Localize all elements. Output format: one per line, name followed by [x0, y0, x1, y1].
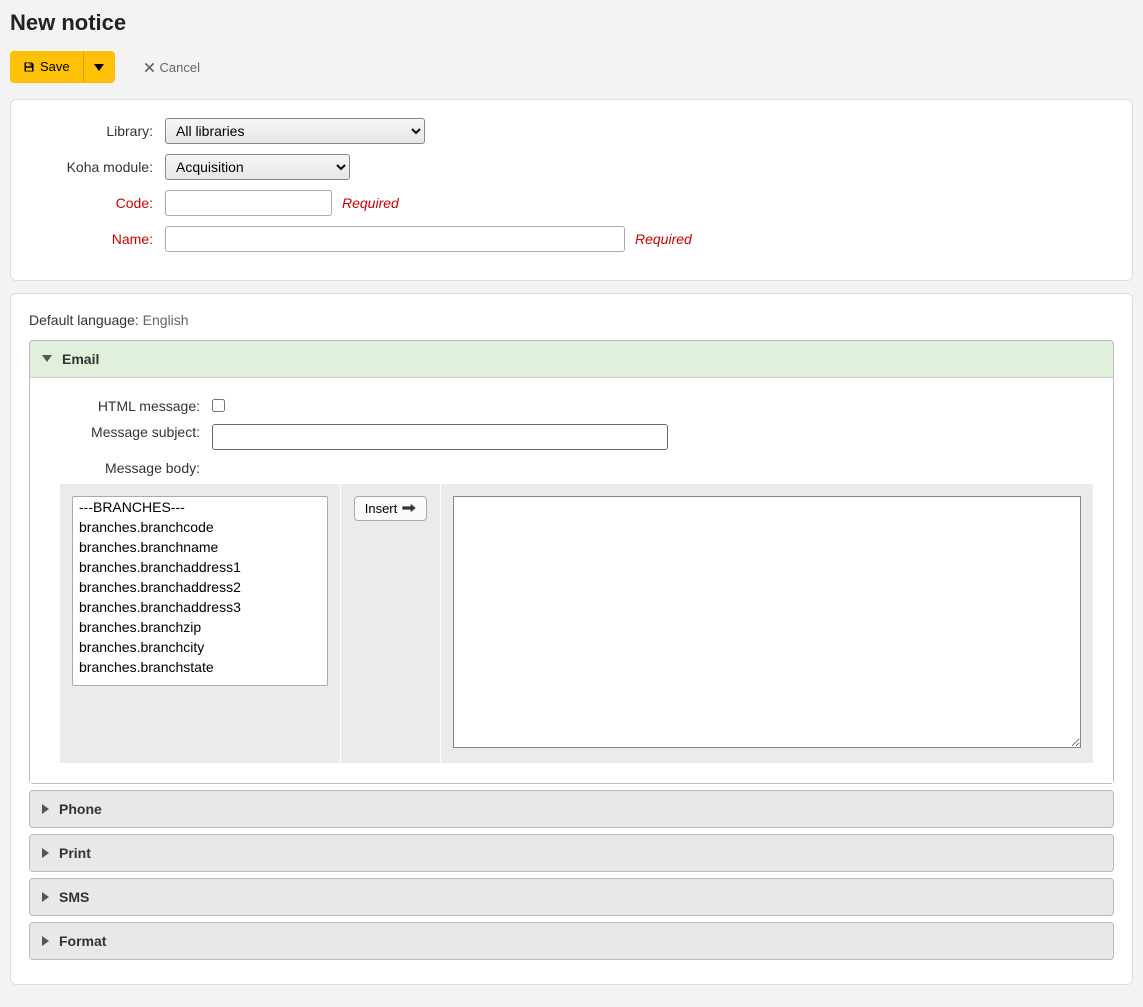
body-label: Message body: — [50, 460, 200, 476]
default-language-value: English — [143, 312, 189, 328]
field-option[interactable]: branches.branchstate — [73, 657, 327, 677]
caret-down-icon — [42, 355, 52, 362]
body-row: Message body: ---BRANCHES---branches.bra… — [50, 460, 1093, 763]
accordion-header-format[interactable]: Format — [30, 923, 1113, 959]
caret-down-icon — [94, 64, 104, 71]
insert-column: Insert — [340, 484, 440, 763]
body-textarea[interactable] — [453, 496, 1081, 748]
cancel-button[interactable]: Cancel — [131, 52, 213, 84]
name-required-text: Required — [635, 231, 692, 247]
library-select[interactable]: All libraries — [165, 118, 425, 144]
accordion-email: Email HTML message: Message subject: Mes… — [29, 340, 1114, 784]
body-builder: ---BRANCHES---branches.branchcodebranche… — [50, 484, 1093, 763]
caret-right-icon — [42, 804, 49, 814]
save-dropdown-toggle[interactable] — [83, 51, 115, 83]
name-row: Name: Required — [33, 226, 1110, 252]
code-row: Code: Required — [33, 190, 1110, 216]
field-list-column: ---BRANCHES---branches.branchcodebranche… — [60, 484, 340, 763]
accordion-title-phone: Phone — [59, 801, 102, 817]
insert-button-label: Insert — [365, 501, 398, 516]
caret-right-icon — [42, 892, 49, 902]
accordion-title-print: Print — [59, 845, 91, 861]
basic-fields-card: Library: All libraries Koha module: Acqu… — [10, 99, 1133, 281]
email-form: HTML message: Message subject: Message b… — [50, 398, 1093, 763]
textarea-column — [440, 484, 1093, 763]
subject-input[interactable] — [212, 424, 668, 450]
field-option[interactable]: branches.branchcity — [73, 637, 327, 657]
subject-label: Message subject: — [50, 424, 200, 440]
field-list[interactable]: ---BRANCHES---branches.branchcodebranche… — [72, 496, 328, 686]
arrow-right-icon — [402, 503, 416, 513]
module-select[interactable]: Acquisition — [165, 154, 350, 180]
cancel-button-label: Cancel — [160, 59, 200, 77]
accordion-print: Print — [29, 834, 1114, 872]
save-button-label: Save — [40, 58, 70, 76]
field-option[interactable]: branches.branchaddress2 — [73, 577, 327, 597]
code-required-text: Required — [342, 195, 399, 211]
code-label: Code: — [33, 195, 153, 211]
field-option[interactable]: ---BRANCHES--- — [73, 497, 327, 517]
name-label: Name: — [33, 231, 153, 247]
caret-right-icon — [42, 936, 49, 946]
accordion-title-sms: SMS — [59, 889, 89, 905]
field-option[interactable]: branches.branchaddress3 — [73, 597, 327, 617]
subject-row: Message subject: — [50, 424, 1093, 450]
html-message-checkbox[interactable] — [212, 399, 225, 412]
accordion-title-email: Email — [62, 351, 99, 367]
accordion-format: Format — [29, 922, 1114, 960]
field-option[interactable]: branches.branchcode — [73, 517, 327, 537]
default-language-line: Default language: English — [29, 312, 1114, 328]
library-label: Library: — [33, 123, 153, 139]
insert-button[interactable]: Insert — [354, 496, 428, 521]
save-button[interactable]: Save — [10, 51, 83, 83]
field-option[interactable]: branches.branchaddress1 — [73, 557, 327, 577]
module-row: Koha module: Acquisition — [33, 154, 1110, 180]
accordion-title-format: Format — [59, 933, 106, 949]
save-icon — [23, 61, 35, 73]
accordion-body-email: HTML message: Message subject: Message b… — [30, 377, 1113, 783]
accordion-header-phone[interactable]: Phone — [30, 791, 1113, 827]
code-input[interactable] — [165, 190, 332, 216]
caret-right-icon — [42, 848, 49, 858]
accordion-header-print[interactable]: Print — [30, 835, 1113, 871]
toolbar: Save Cancel — [10, 51, 1133, 84]
module-label: Koha module: — [33, 159, 153, 175]
language-card: Default language: English Email HTML mes… — [10, 293, 1133, 985]
accordion-header-email[interactable]: Email — [30, 341, 1113, 377]
accordion-sms: SMS — [29, 878, 1114, 916]
default-language-label: Default language: — [29, 312, 139, 328]
accordion-header-sms[interactable]: SMS — [30, 879, 1113, 915]
page-title: New notice — [10, 10, 1133, 36]
html-message-label: HTML message: — [50, 398, 200, 414]
html-message-row: HTML message: — [50, 398, 1093, 414]
accordion-phone: Phone — [29, 790, 1114, 828]
field-option[interactable]: branches.branchzip — [73, 617, 327, 637]
close-icon — [144, 62, 155, 73]
library-row: Library: All libraries — [33, 118, 1110, 144]
field-option[interactable]: branches.branchname — [73, 537, 327, 557]
name-input[interactable] — [165, 226, 625, 252]
